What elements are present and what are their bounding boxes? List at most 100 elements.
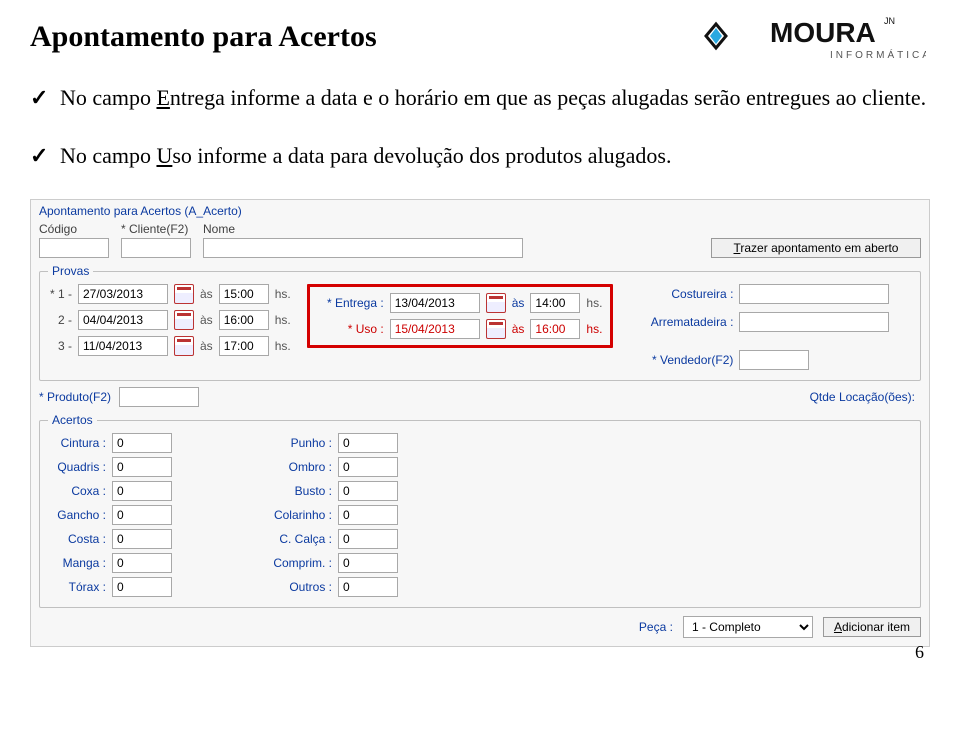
qtde-locacao-label: Qtde Locação(ões): — [810, 390, 921, 404]
cliente-input[interactable] — [121, 238, 191, 258]
panel-title: Apontamento para Acertos (A_Acerto) — [39, 204, 921, 218]
busto-input[interactable] — [338, 481, 398, 501]
costureira-input[interactable] — [739, 284, 889, 304]
codigo-label: Código — [39, 222, 109, 236]
torax-input[interactable] — [112, 577, 172, 597]
check-icon: ✓ — [30, 143, 48, 168]
calendar-icon[interactable] — [174, 310, 194, 330]
adicionar-item-button[interactable]: Adicionar item — [823, 617, 921, 637]
uso-time-input[interactable] — [530, 319, 580, 339]
provas-legend: Provas — [48, 264, 93, 278]
nome-label: Nome — [203, 222, 523, 236]
as-label: às — [200, 287, 213, 301]
outros-input[interactable] — [338, 577, 398, 597]
coxa-input[interactable] — [112, 481, 172, 501]
prova-num-2: 2 - — [48, 313, 72, 327]
colarinho-label: Colarinho : — [262, 508, 332, 522]
bullet-uso: ✓ No campo Uso informe a data para devol… — [30, 136, 930, 176]
costa-input[interactable] — [112, 529, 172, 549]
manga-input[interactable] — [112, 553, 172, 573]
torax-label: Tórax : — [48, 580, 106, 594]
hs-label: hs. — [586, 296, 602, 310]
brand-logo: MOURA JN INFORMÁTICA — [666, 6, 926, 66]
calendar-icon[interactable] — [174, 284, 194, 304]
uso-label: * Uso : — [318, 322, 384, 336]
bullet-text: so informe a data para devolução dos pro… — [172, 143, 671, 168]
provas-fieldset: Provas * 1 - às hs. 2 - — [39, 264, 921, 381]
page-number: 6 — [915, 642, 924, 663]
entrega-label: * Entrega : — [318, 296, 384, 310]
cintura-input[interactable] — [112, 433, 172, 453]
punho-label: Punho : — [262, 436, 332, 450]
acertos-legend: Acertos — [48, 413, 97, 427]
calendar-icon[interactable] — [486, 293, 506, 313]
calendar-icon[interactable] — [174, 336, 194, 356]
quadris-input[interactable] — [112, 457, 172, 477]
ccalca-input[interactable] — [338, 529, 398, 549]
check-icon: ✓ — [30, 85, 48, 110]
as-label: às — [200, 313, 213, 327]
nome-input[interactable] — [203, 238, 523, 258]
gancho-input[interactable] — [112, 505, 172, 525]
comprim-label: Comprim. : — [262, 556, 332, 570]
prova-num-1: * 1 - — [48, 287, 72, 301]
logo-sub-text: INFORMÁTICA — [830, 48, 926, 61]
comprim-input[interactable] — [338, 553, 398, 573]
quadris-label: Quadris : — [48, 460, 106, 474]
bullet-underline: E — [156, 85, 169, 110]
bullet-underline: U — [156, 143, 172, 168]
costa-label: Costa : — [48, 532, 106, 546]
acertos-fieldset: Acertos Cintura : Quadris : Coxa : Ganch… — [39, 413, 921, 608]
hs-label: hs. — [275, 339, 291, 353]
vendedor-label: * Vendedor(F2) — [637, 353, 733, 367]
as-label: às — [200, 339, 213, 353]
uso-date-input[interactable] — [390, 319, 480, 339]
entrega-uso-highlight: * Entrega : às hs. * Uso : às hs. — [307, 284, 614, 348]
vendedor-input[interactable] — [739, 350, 809, 370]
bullet-text: No campo — [60, 143, 157, 168]
produto-input[interactable] — [119, 387, 199, 407]
codigo-input[interactable] — [39, 238, 109, 258]
busto-label: Busto : — [262, 484, 332, 498]
cliente-label: * Cliente(F2) — [121, 222, 191, 236]
as-label: às — [512, 322, 525, 336]
prova1-date-input[interactable] — [78, 284, 168, 304]
produto-label: * Produto(F2) — [39, 390, 111, 404]
prova2-time-input[interactable] — [219, 310, 269, 330]
arrematadeira-label: Arrematadeira : — [637, 315, 733, 329]
cintura-label: Cintura : — [48, 436, 106, 450]
prova3-date-input[interactable] — [78, 336, 168, 356]
costureira-label: Costureira : — [637, 287, 733, 301]
entrega-time-input[interactable] — [530, 293, 580, 313]
logo-sup-text: JN — [884, 16, 895, 26]
entrega-date-input[interactable] — [390, 293, 480, 313]
ombro-input[interactable] — [338, 457, 398, 477]
bullet-text: ntrega informe a data e o horário em que… — [170, 85, 926, 110]
prova3-time-input[interactable] — [219, 336, 269, 356]
gancho-label: Gancho : — [48, 508, 106, 522]
ombro-label: Ombro : — [262, 460, 332, 474]
logo-c-shapes — [676, 16, 752, 56]
prova-num-3: 3 - — [48, 339, 72, 353]
trazer-apontamento-button[interactable]: Trazer apontamento em aberto — [711, 238, 921, 258]
manga-label: Manga : — [48, 556, 106, 570]
colarinho-input[interactable] — [338, 505, 398, 525]
as-label: às — [512, 296, 525, 310]
bullet-text: No campo — [60, 85, 157, 110]
hs-label: hs. — [275, 287, 291, 301]
peca-select[interactable]: 1 - Completo — [683, 616, 813, 638]
hs-label: hs. — [586, 322, 602, 336]
prova1-time-input[interactable] — [219, 284, 269, 304]
app-form-panel: Apontamento para Acertos (A_Acerto) Códi… — [30, 199, 930, 647]
arrematadeira-input[interactable] — [739, 312, 889, 332]
prova2-date-input[interactable] — [78, 310, 168, 330]
peca-label: Peça : — [639, 620, 673, 634]
logo-brand-text: MOURA — [770, 17, 876, 48]
hs-label: hs. — [275, 313, 291, 327]
calendar-icon[interactable] — [486, 319, 506, 339]
outros-label: Outros : — [262, 580, 332, 594]
bullet-entrega: ✓ No campo Entrega informe a data e o ho… — [30, 78, 930, 118]
punho-input[interactable] — [338, 433, 398, 453]
coxa-label: Coxa : — [48, 484, 106, 498]
ccalca-label: C. Calça : — [262, 532, 332, 546]
